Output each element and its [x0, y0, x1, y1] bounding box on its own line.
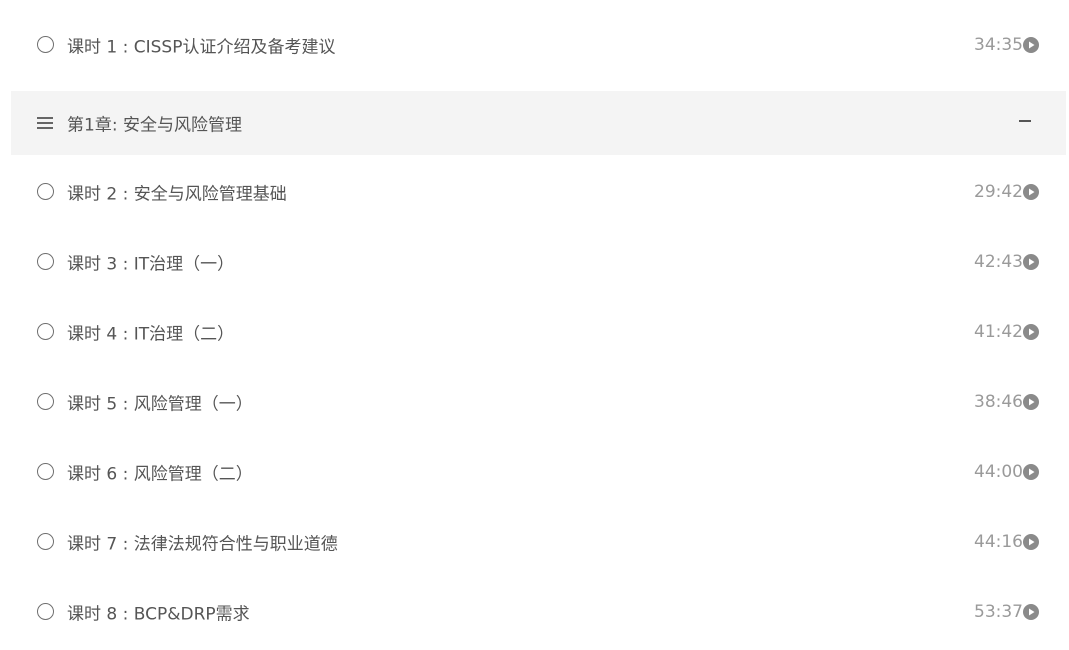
lesson-row-3[interactable]: 课时 3 : IT治理（一） 42:43	[11, 234, 1066, 290]
status-circle-icon	[37, 463, 54, 480]
lesson-duration: 29:42	[974, 182, 1023, 202]
lesson-duration: 41:42	[974, 322, 1023, 342]
course-lesson-list: 课时 1 : CISSP认证介绍及备考建议 34:35 第1章: 安全与风险管理…	[0, 0, 1069, 650]
status-circle-icon	[37, 393, 54, 410]
play-icon[interactable]	[1023, 37, 1039, 53]
status-circle-icon	[37, 183, 54, 200]
status-circle-icon	[37, 36, 54, 53]
lesson-duration: 34:35	[974, 35, 1023, 55]
play-icon[interactable]	[1023, 464, 1039, 480]
status-circle-icon	[37, 253, 54, 270]
chapter-header[interactable]: 第1章: 安全与风险管理	[11, 91, 1066, 155]
lesson-title: 课时 7 : 法律法规符合性与职业道德	[67, 534, 338, 555]
play-icon[interactable]	[1023, 324, 1039, 340]
lesson-title: 课时 2 : 安全与风险管理基础	[67, 184, 287, 205]
lesson-duration: 53:37	[974, 602, 1023, 622]
play-icon[interactable]	[1023, 534, 1039, 550]
lesson-title: 课时 4 : IT治理（二）	[67, 324, 235, 345]
lesson-row-1[interactable]: 课时 1 : CISSP认证介绍及备考建议 34:35	[11, 17, 1066, 73]
status-circle-icon	[37, 533, 54, 550]
lesson-title: 课时 6 : 风险管理（二）	[67, 464, 253, 485]
lesson-title: 课时 5 : 风险管理（一）	[67, 394, 253, 415]
lesson-duration: 44:00	[974, 462, 1023, 482]
lesson-row-2[interactable]: 课时 2 : 安全与风险管理基础 29:42	[11, 164, 1066, 220]
menu-icon	[37, 117, 53, 129]
play-icon[interactable]	[1023, 604, 1039, 620]
status-circle-icon	[37, 603, 54, 620]
lesson-title: 课时 8 : BCP&DRP需求	[67, 604, 250, 625]
lesson-duration: 38:46	[974, 392, 1023, 412]
lesson-duration: 44:16	[974, 532, 1023, 552]
status-circle-icon	[37, 323, 54, 340]
chapter-title: 第1章: 安全与风险管理	[67, 115, 242, 136]
lesson-title: 课时 3 : IT治理（一）	[67, 254, 235, 275]
lesson-title: 课时 1 : CISSP认证介绍及备考建议	[67, 37, 336, 58]
play-icon[interactable]	[1023, 254, 1039, 270]
lesson-row-6[interactable]: 课时 6 : 风险管理（二） 44:00	[11, 444, 1066, 500]
lesson-row-8[interactable]: 课时 8 : BCP&DRP需求 53:37	[11, 584, 1066, 640]
play-icon[interactable]	[1023, 184, 1039, 200]
collapse-minus-icon[interactable]	[1016, 113, 1036, 133]
lesson-row-5[interactable]: 课时 5 : 风险管理（一） 38:46	[11, 374, 1066, 430]
play-icon[interactable]	[1023, 394, 1039, 410]
lesson-row-7[interactable]: 课时 7 : 法律法规符合性与职业道德 44:16	[11, 514, 1066, 570]
lesson-duration: 42:43	[974, 252, 1023, 272]
lesson-row-4[interactable]: 课时 4 : IT治理（二） 41:42	[11, 304, 1066, 360]
